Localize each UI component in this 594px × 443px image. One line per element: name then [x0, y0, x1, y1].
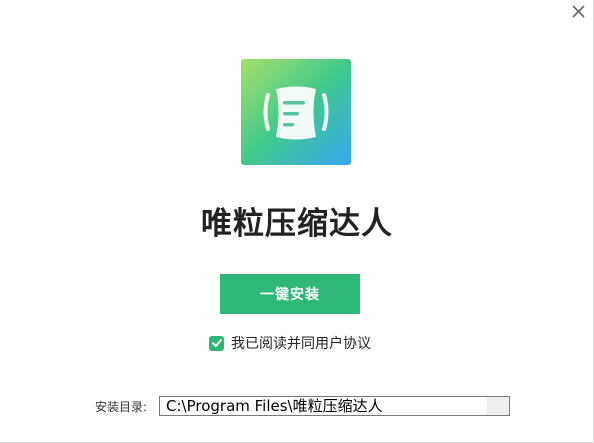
checkmark-icon	[211, 339, 222, 347]
install-dir-input[interactable]: C:\Program Files\唯粒压缩达人	[159, 396, 510, 416]
app-title: 唯粒压缩达人	[201, 206, 393, 242]
user-agreement-link[interactable]: 我已阅读并同用户协议	[231, 333, 371, 353]
agreement-checkbox[interactable]	[209, 335, 224, 351]
install-dir-label: 安装目录:	[95, 400, 148, 414]
close-icon	[572, 5, 585, 18]
installer-window: 唯粒压缩达人 一键安装 我已阅读并同用户协议 安装目录: C:\Program …	[0, 0, 594, 443]
close-button[interactable]	[569, 2, 589, 22]
document-scroll-icon	[241, 59, 351, 165]
agreement-row: 我已阅读并同用户协议	[209, 333, 371, 353]
input-browse-area[interactable]	[487, 397, 509, 415]
install-dir-value: C:\Program Files\唯粒压缩达人	[166, 397, 383, 415]
app-logo	[241, 59, 351, 165]
install-button[interactable]: 一键安装	[220, 274, 360, 314]
